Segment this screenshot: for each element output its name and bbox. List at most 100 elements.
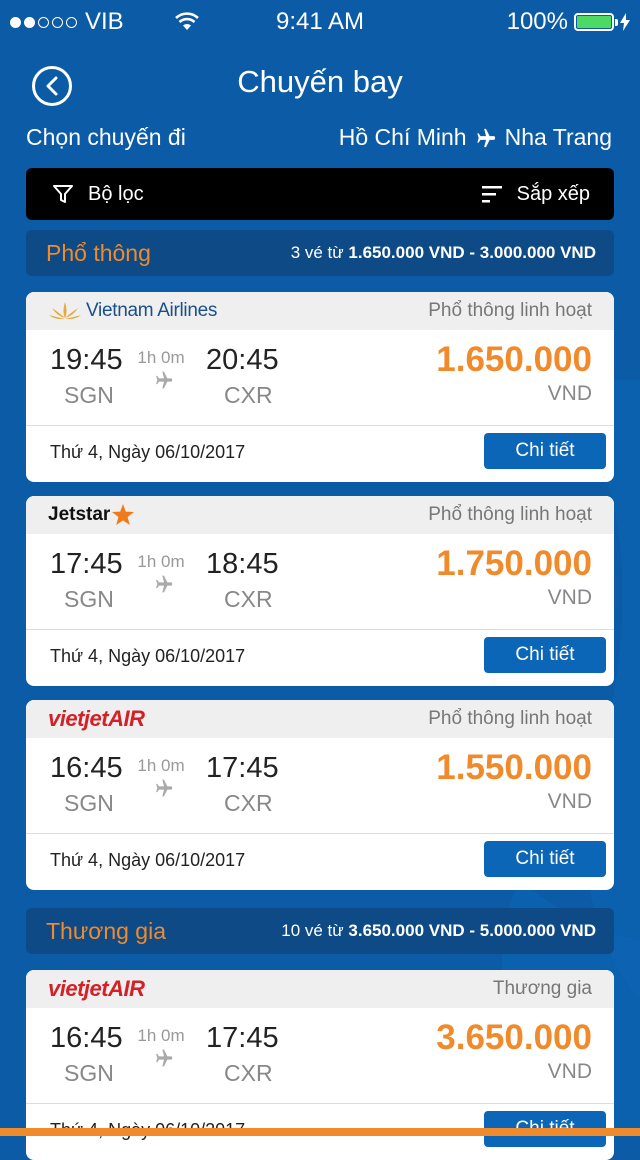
flight-duration: 1h 0m — [137, 348, 185, 367]
airplane-icon — [156, 1049, 173, 1067]
arrival-time: 17:45 — [206, 752, 279, 784]
wifi-icon — [174, 12, 199, 30]
price: 1.550.000 — [436, 748, 592, 787]
signal-strength-icon — [10, 16, 77, 28]
sort-button[interactable]: Sắp xếp — [481, 183, 590, 206]
section-name: Thương gia — [46, 917, 166, 944]
vietjet-logo: vietjetAIR — [48, 976, 145, 1002]
card-footer: Thứ 4, Ngày 06/10/2017 Chi tiết — [26, 426, 614, 482]
sort-icon — [481, 186, 502, 203]
section-summary: 10 vé từ 3.650.000 VND - 5.000.000 VND — [281, 921, 596, 941]
airplane-icon — [156, 779, 173, 797]
flight-date: Thứ 4, Ngày 06/10/2017 — [50, 850, 246, 870]
route-to: Nha Trang — [504, 124, 612, 150]
flight-info: 17:45 SGN 1h 0m 18:45 CXR 1.750.000 VND — [26, 534, 614, 630]
header: Chuyến bay — [0, 56, 640, 116]
flight-duration: 1h 0m — [137, 552, 185, 571]
detail-button[interactable]: Chi tiết — [484, 433, 606, 469]
card-header: vietjetAIR Thương gia — [26, 970, 614, 1008]
arrival-code: CXR — [224, 790, 273, 816]
airline-name: vietjetAIR — [48, 976, 145, 1001]
flight-date: Thứ 4, Ngày 06/10/2017 — [50, 442, 246, 462]
card-footer: Thứ 4, Ngày 06/10/2017 Chi tiết — [26, 630, 614, 686]
status-bar: VIB 9:41 AM 100% — [0, 0, 640, 44]
card-header: vietjetAIR Phổ thông linh hoạt — [26, 700, 614, 738]
section-name: Phổ thông — [46, 239, 151, 266]
filter-bar: Bộ lọc Sắp xếp — [26, 168, 614, 220]
airplane-icon — [156, 575, 173, 593]
fare-class: Phổ thông linh hoạt — [428, 504, 592, 525]
sort-label: Sắp xếp — [516, 182, 590, 205]
page-title: Chuyến bay — [237, 64, 403, 99]
flight-card[interactable]: Vietnam Airlines Phổ thông linh hoạt 19:… — [26, 292, 614, 482]
bottom-accent-strip — [0, 1128, 640, 1136]
flight-info: 19:45 SGN 1h 0m 20:45 CXR 1.650.000 VND — [26, 330, 614, 426]
fare-class: Phổ thông linh hoạt — [428, 300, 592, 321]
charging-icon — [620, 13, 630, 31]
flight-date: Thứ 4, Ngày 06/10/2017 — [50, 646, 246, 666]
departure-code: SGN — [64, 382, 114, 408]
card-header: Vietnam Airlines Phổ thông linh hoạt — [26, 292, 614, 330]
status-left: VIB — [10, 8, 200, 36]
section-summary-prefix: 3 vé từ — [290, 243, 344, 262]
departure-code: SGN — [64, 1060, 114, 1086]
currency: VND — [547, 1060, 592, 1083]
price: 3.650.000 — [436, 1018, 592, 1057]
vietjet-logo: vietjetAIR — [48, 706, 145, 732]
fare-class: Phổ thông linh hoạt — [428, 708, 592, 729]
detail-button[interactable]: Chi tiết — [484, 637, 606, 673]
arrival-time: 20:45 — [206, 344, 279, 376]
flight-card[interactable]: vietjetAIR Phổ thông linh hoạt 16:45 SGN… — [26, 700, 614, 890]
airline-name: Jetstar — [48, 504, 111, 525]
arrival-time: 17:45 — [206, 1022, 279, 1054]
chevron-left-icon — [46, 76, 58, 96]
section-summary-range: 1.650.000 VND - 3.000.000 VND — [348, 243, 596, 262]
filter-icon — [53, 185, 73, 203]
section-summary-prefix: 10 vé từ — [281, 921, 344, 940]
arrival-code: CXR — [224, 1060, 273, 1086]
departure-time: 19:45 — [50, 344, 123, 376]
back-button[interactable] — [32, 66, 72, 106]
airline-name: Vietnam Airlines — [86, 300, 218, 321]
flight-duration: 1h 0m — [137, 1026, 185, 1045]
departure-time: 16:45 — [50, 1022, 123, 1054]
jetstar-logo: Jetstar — [48, 503, 136, 527]
arrival-code: CXR — [224, 382, 273, 408]
section-summary-range: 3.650.000 VND - 5.000.000 VND — [348, 921, 596, 940]
filter-button[interactable]: Bộ lọc — [52, 183, 144, 206]
departure-time: 16:45 — [50, 752, 123, 784]
airline-name: vietjetAIR — [48, 706, 145, 731]
status-right: 100% — [507, 8, 630, 36]
battery-percent: 100% — [506, 8, 568, 35]
departure-code: SGN — [64, 586, 114, 612]
airplane-icon — [156, 371, 173, 389]
carrier-name: VIB — [85, 8, 124, 35]
section-header-business: Thương gia 10 vé từ 3.650.000 VND - 5.00… — [26, 908, 614, 954]
vietnam-airlines-logo: Vietnam Airlines — [48, 300, 217, 322]
price: 1.750.000 — [436, 544, 592, 583]
currency: VND — [547, 790, 592, 813]
arrival-code: CXR — [224, 586, 273, 612]
price: 1.650.000 — [436, 340, 592, 379]
card-footer: Thứ 4, Ngày 06/10/2017 Chi tiết — [26, 834, 614, 890]
route-from: Hồ Chí Minh — [338, 124, 467, 150]
battery-icon — [574, 13, 618, 31]
departure-time: 17:45 — [50, 548, 123, 580]
flight-duration: 1h 0m — [137, 756, 185, 775]
section-header-economy: Phổ thông 3 vé từ 1.650.000 VND - 3.000.… — [26, 230, 614, 276]
route-cities: Hồ Chí Minh Nha Trang — [339, 124, 612, 151]
currency: VND — [547, 382, 592, 405]
star-icon — [112, 504, 135, 525]
flight-card[interactable]: Jetstar Phổ thông linh hoạt 17:45 SGN 1h… — [26, 496, 614, 686]
airplane-icon — [476, 128, 495, 147]
section-summary: 3 vé từ 1.650.000 VND - 3.000.000 VND — [291, 243, 596, 263]
route-label: Chọn chuyến đi — [26, 124, 186, 150]
route-row: Chọn chuyến đi Hồ Chí Minh Nha Trang — [26, 124, 612, 151]
filter-label: Bộ lọc — [88, 182, 144, 205]
detail-button[interactable]: Chi tiết — [484, 841, 606, 877]
flight-info: 16:45 SGN 1h 0m 17:45 CXR 1.550.000 VND — [26, 738, 614, 834]
flight-info: 16:45 SGN 1h 0m 17:45 CXR 3.650.000 VND — [26, 1008, 614, 1104]
departure-code: SGN — [64, 790, 114, 816]
card-header: Jetstar Phổ thông linh hoạt — [26, 496, 614, 534]
arrival-time: 18:45 — [206, 548, 279, 580]
